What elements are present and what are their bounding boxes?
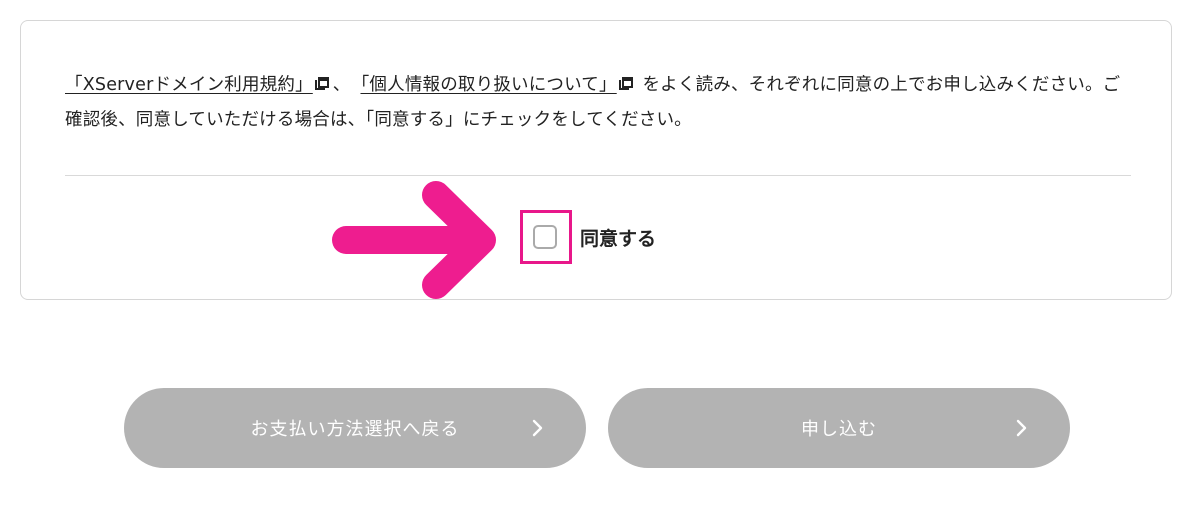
back-button-label: お支払い方法選択へ戻る [250,419,460,440]
apply-button-label: 申し込む [801,419,877,440]
terms-agreement-card: 「XServerドメイン利用規約」、「個人情報の取り扱いについて」 をよく読み、… [20,20,1172,300]
external-link-icon[interactable] [314,77,329,91]
terms-notice-text: 「XServerドメイン利用規約」、「個人情報の取り扱いについて」 をよく読み、… [65,68,1135,138]
terms-of-service-link[interactable]: 「XServerドメイン利用規約」 [65,75,313,95]
arrow-right-icon [332,181,496,299]
page: 「XServerドメイン利用規約」、「個人情報の取り扱いについて」 をよく読み、… [0,0,1200,508]
external-link-icon[interactable] [618,77,633,91]
chevron-right-icon [532,419,543,437]
apply-button[interactable]: 申し込む [608,388,1070,468]
divider [65,175,1131,176]
terms-separator: 、 [332,75,351,95]
back-to-payment-button[interactable]: お支払い方法選択へ戻る [124,388,586,468]
privacy-policy-link[interactable]: 「個人情報の取り扱いについて」 [360,75,616,95]
agree-label[interactable]: 同意する [580,224,656,251]
chevron-right-icon [1016,419,1027,437]
agree-checkbox[interactable] [533,225,557,249]
